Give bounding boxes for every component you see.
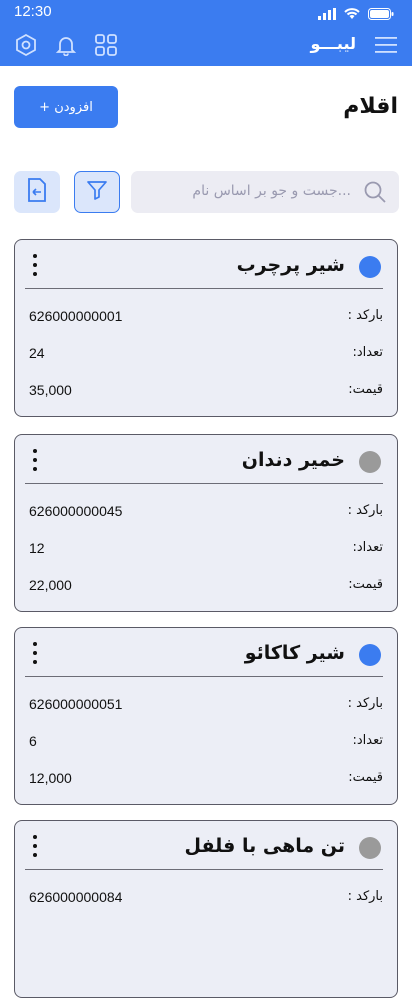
add-button[interactable]: + افزودن: [14, 86, 118, 128]
item-barcode: 626000000045: [29, 503, 123, 519]
menu-icon[interactable]: [374, 33, 398, 57]
item-price: 22,000: [29, 577, 72, 593]
item-count: 6: [29, 733, 37, 749]
filter-button[interactable]: [74, 171, 120, 213]
status-time: 12:30: [14, 3, 52, 20]
search-icon: [363, 180, 387, 208]
barcode-label: بارکد :: [347, 503, 383, 518]
item-card[interactable]: شیر پرچرب 626000000001 بارکد : 24 تعداد: 3…: [14, 239, 398, 417]
status-dot: [359, 837, 381, 859]
status-dot: [359, 451, 381, 473]
status-bar: 12:30: [0, 0, 412, 24]
settings-icon[interactable]: [14, 33, 38, 57]
item-card[interactable]: خمیر دندان 626000000045 بارکد : 12 تعداد: …: [14, 434, 398, 612]
count-label: تعداد:: [352, 733, 384, 748]
item-card[interactable]: شیر کاکائو 626000000051 بارکد : 6 تعداد: 1…: [14, 627, 398, 805]
item-barcode: 626000000084: [29, 889, 123, 905]
signal-icon: [318, 5, 336, 24]
item-count: 24: [29, 345, 45, 361]
price-label: قیمت:: [348, 382, 383, 397]
item-name: خمیر دندان: [241, 449, 345, 471]
divider: [25, 869, 383, 870]
battery-icon: [368, 5, 394, 24]
export-file-icon: [26, 178, 48, 206]
item-barcode: 626000000001: [29, 308, 123, 324]
more-options-icon[interactable]: [29, 642, 41, 664]
item-price: 35,000: [29, 382, 72, 398]
item-name: شیر کاکائو: [244, 642, 345, 664]
status-dot: [359, 644, 381, 666]
item-price: 12,000: [29, 770, 72, 786]
item-barcode: 626000000051: [29, 696, 123, 712]
divider: [25, 676, 383, 677]
item-name: تن ماهی با فلفل: [184, 835, 345, 857]
barcode-label: بارکد :: [347, 308, 383, 323]
divider: [25, 288, 383, 289]
bell-icon[interactable]: [54, 33, 78, 57]
status-dot: [359, 256, 381, 278]
filter-icon: [87, 180, 107, 204]
page-title: اقلام: [343, 94, 398, 119]
count-label: تعداد:: [352, 540, 384, 555]
count-label: تعداد:: [352, 345, 384, 360]
apps-grid-icon[interactable]: [94, 33, 118, 57]
export-button[interactable]: [14, 171, 60, 213]
divider: [25, 483, 383, 484]
barcode-label: بارکد :: [347, 889, 383, 904]
more-options-icon[interactable]: [29, 835, 41, 857]
price-label: قیمت:: [348, 770, 383, 785]
search-input[interactable]: جست و جو بر اساس نام...: [131, 171, 399, 213]
system-icons: [318, 5, 394, 24]
app-brand: لیبـــو: [310, 34, 356, 53]
app-bar: لیبـــو: [0, 24, 412, 66]
price-label: قیمت:: [348, 577, 383, 592]
barcode-label: بارکد :: [347, 696, 383, 711]
item-count: 12: [29, 540, 45, 556]
wifi-icon: [344, 5, 360, 24]
more-options-icon[interactable]: [29, 254, 41, 276]
item-name: شیر پرچرب: [236, 254, 345, 276]
more-options-icon[interactable]: [29, 449, 41, 471]
item-card[interactable]: تن ماهی با فلفل 626000000084 بارکد :: [14, 820, 398, 998]
search-placeholder: جست و جو بر اساس نام...: [192, 183, 351, 199]
